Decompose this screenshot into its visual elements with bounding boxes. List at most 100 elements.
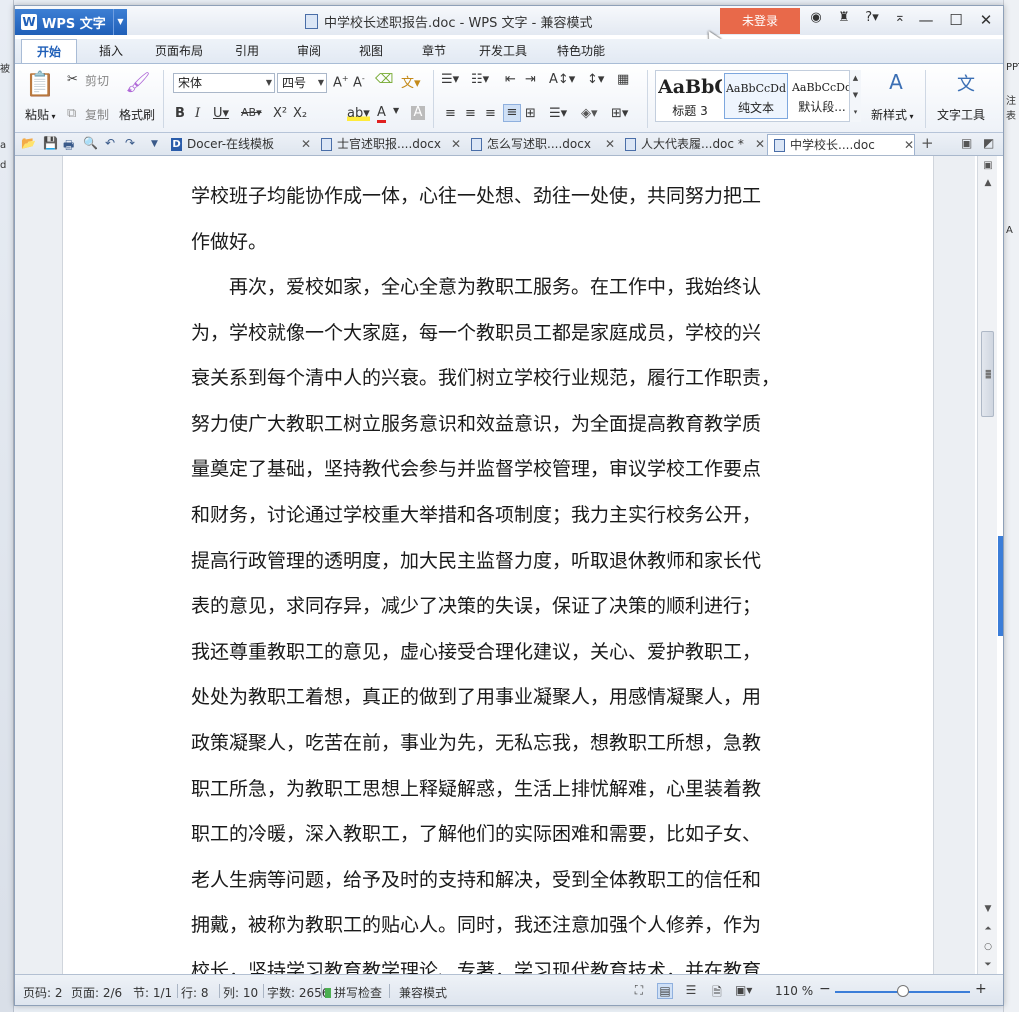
- justify-icon[interactable]: ≡: [503, 104, 521, 122]
- copy-icon[interactable]: ⧉: [67, 106, 76, 121]
- tab-chapter[interactable]: 章节: [408, 39, 460, 64]
- text-tools-icon[interactable]: 文: [953, 70, 979, 96]
- document-area[interactable]: 学校班子均能协作成一体，心往一处想、劲往一处使，共同努力把工 作做好。 再次，爱校…: [15, 156, 975, 974]
- subscript-icon[interactable]: X₂: [293, 106, 307, 121]
- new-style-icon[interactable]: A: [881, 70, 911, 94]
- close-icon[interactable]: ✕: [451, 134, 461, 155]
- doc-tab-active[interactable]: 中学校长....doc ✕: [767, 134, 915, 155]
- reading-view-icon[interactable]: ▣▾: [735, 983, 752, 999]
- collapse-ribbon-icon[interactable]: ⌅: [889, 10, 911, 25]
- split-view-icon[interactable]: ▣: [982, 160, 994, 171]
- scroll-up-icon[interactable]: ▲: [982, 178, 994, 188]
- phonetic-guide-icon[interactable]: 文▾: [401, 72, 421, 91]
- align-center-icon[interactable]: ≡: [465, 106, 476, 121]
- bold-icon[interactable]: B: [175, 106, 185, 121]
- login-button[interactable]: 未登录: [720, 8, 800, 34]
- paste-icon[interactable]: 📋: [25, 70, 55, 100]
- shrink-font-icon[interactable]: A-: [353, 74, 365, 90]
- align-right-icon[interactable]: ≡: [485, 106, 496, 121]
- distribute-icon[interactable]: ⊞: [525, 106, 536, 121]
- tab-page-layout[interactable]: 页面布局: [145, 39, 213, 64]
- close-icon[interactable]: ✕: [755, 134, 765, 155]
- print-icon[interactable]: 🖶: [63, 136, 74, 157]
- redo-icon[interactable]: ↷: [125, 136, 135, 150]
- line-spacing-icon[interactable]: ☰▾: [549, 106, 567, 121]
- copy-button[interactable]: 复制: [85, 106, 109, 123]
- doc-tab-docer[interactable]: D Docer-在线模板 ✕: [165, 134, 311, 155]
- outline-view-icon[interactable]: ☰: [683, 983, 699, 999]
- clear-format-icon[interactable]: ⌫: [375, 72, 393, 87]
- tab-view[interactable]: 视图: [345, 39, 397, 64]
- help-button[interactable]: ?▾: [861, 10, 883, 25]
- scissors-icon[interactable]: ✂: [67, 72, 78, 87]
- highlight-icon[interactable]: ab▾: [347, 106, 370, 121]
- select-browse-object-icon[interactable]: ○: [982, 942, 994, 952]
- grow-font-icon[interactable]: A+: [333, 74, 349, 90]
- tab-insert[interactable]: 插入: [85, 39, 137, 64]
- chevron-down-icon[interactable]: ▼: [113, 9, 127, 35]
- decrease-indent-icon[interactable]: ⇤: [505, 72, 516, 87]
- close-icon[interactable]: ✕: [605, 134, 615, 155]
- page-view-icon[interactable]: ▤: [657, 983, 673, 999]
- doc-tab[interactable]: 怎么写述职....docx ✕: [465, 134, 615, 155]
- cut-button[interactable]: 剪切: [85, 72, 109, 89]
- font-name-select[interactable]: 宋体 ▼: [173, 73, 275, 93]
- minimize-icon[interactable]: —: [913, 10, 939, 30]
- tab-menu-icon[interactable]: ◩: [983, 136, 994, 150]
- styles-gallery-scroll[interactable]: ▲ ▼ ▾: [849, 70, 861, 122]
- borders-icon[interactable]: ⊞▾: [611, 106, 628, 121]
- doc-tab[interactable]: 士官述职报....docx ✕: [315, 134, 461, 155]
- print-preview-icon[interactable]: 🔍: [83, 136, 98, 150]
- style-default-paragraph[interactable]: AaBbCcDd 默认段...: [790, 73, 854, 119]
- tab-home[interactable]: 开始: [21, 39, 77, 64]
- text-direction-icon[interactable]: A↕▾: [549, 72, 575, 87]
- increase-indent-icon[interactable]: ⇥: [525, 72, 536, 87]
- zoom-level[interactable]: 110 %: [775, 984, 813, 998]
- tab-references[interactable]: 引用: [221, 39, 273, 64]
- font-color-icon[interactable]: A: [377, 106, 386, 123]
- tab-list-icon[interactable]: ▣: [961, 136, 972, 150]
- shirt-icon[interactable]: ♜: [833, 10, 855, 25]
- tab-review[interactable]: 审阅: [283, 39, 335, 64]
- close-icon[interactable]: ✕: [973, 10, 999, 30]
- tab-special-features[interactable]: 特色功能: [547, 39, 615, 64]
- strikethrough-icon[interactable]: AB▾: [241, 106, 262, 119]
- table-grid-icon[interactable]: ▦: [617, 72, 629, 87]
- text-tools-button[interactable]: 文字工具: [937, 106, 985, 123]
- previous-page-icon[interactable]: ⏶: [982, 924, 994, 934]
- chevron-down-icon[interactable]: ▼: [393, 106, 399, 115]
- superscript-icon[interactable]: X²: [273, 106, 287, 121]
- underline-icon[interactable]: U▾: [213, 106, 229, 121]
- new-tab-icon[interactable]: +: [921, 134, 934, 152]
- close-icon[interactable]: ✕: [301, 134, 311, 155]
- bullets-icon[interactable]: ☰▾: [441, 72, 459, 87]
- scrollbar-thumb[interactable]: ▬ ▬ ▬: [981, 331, 994, 418]
- maximize-icon[interactable]: ☐: [943, 10, 969, 30]
- spell-check-toggle[interactable]: 拼写检查: [325, 984, 382, 1001]
- format-painter-button[interactable]: 格式刷: [119, 106, 155, 123]
- shading-icon[interactable]: ◈▾: [581, 106, 598, 121]
- format-painter-icon[interactable]: 🖌: [125, 70, 151, 94]
- scroll-down-icon[interactable]: ▼: [982, 904, 994, 914]
- paste-button[interactable]: 粘贴 ▾: [25, 106, 56, 123]
- zoom-slider-thumb[interactable]: [897, 985, 909, 997]
- align-left-icon[interactable]: ≡: [445, 106, 456, 121]
- vertical-scrollbar[interactable]: ▣ ▲ ▬ ▬ ▬ ▼ ⏶ ○ ⏷: [977, 156, 997, 974]
- undo-icon[interactable]: ↶: [105, 136, 115, 150]
- italic-icon[interactable]: I: [195, 106, 200, 121]
- new-style-button[interactable]: 新样式 ▾: [871, 106, 914, 123]
- save-icon[interactable]: 💾: [43, 136, 58, 150]
- open-icon[interactable]: 📂: [21, 136, 36, 150]
- style-plain-text[interactable]: AaBbCcDd 纯文本: [724, 73, 788, 119]
- style-heading-3[interactable]: AaBbC 标题 3: [658, 73, 722, 119]
- skin-icon[interactable]: ◉: [805, 10, 827, 25]
- quick-access-menu-icon[interactable]: ▼: [151, 139, 158, 149]
- fullscreen-view-icon[interactable]: ⛶: [631, 983, 647, 999]
- app-menu-button[interactable]: W WPS 文字 ▼: [15, 9, 127, 35]
- numbering-icon[interactable]: ☷▾: [471, 72, 489, 87]
- doc-tab[interactable]: 人大代表履...doc * ✕: [619, 134, 765, 155]
- tab-developer[interactable]: 开发工具: [467, 39, 539, 64]
- font-size-select[interactable]: 四号 ▼: [277, 73, 327, 93]
- sort-icon[interactable]: ↕▾: [587, 72, 604, 87]
- zoom-out-icon[interactable]: −: [819, 981, 831, 997]
